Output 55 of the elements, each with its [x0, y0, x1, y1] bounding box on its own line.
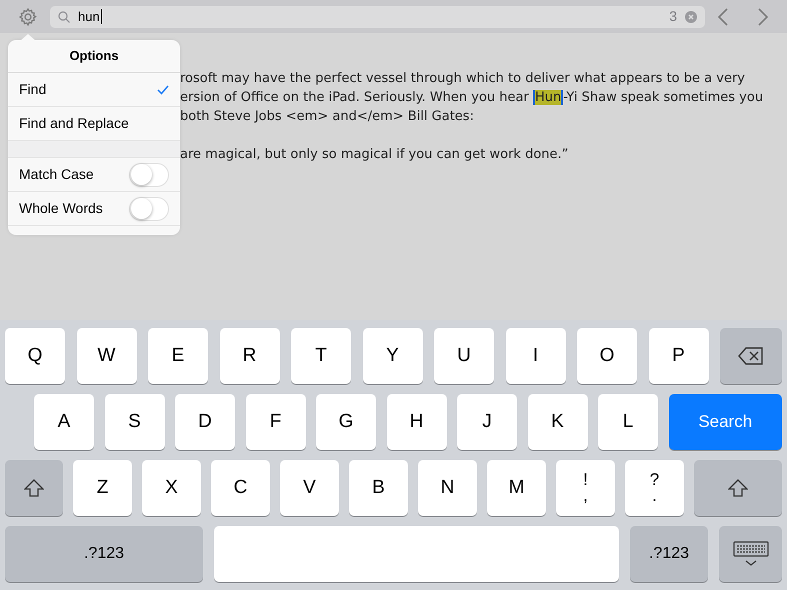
option-item[interactable]: Find and Replace — [19, 113, 129, 134]
keyboard-key[interactable]: T — [291, 328, 351, 384]
search-icon — [58, 10, 70, 22]
previous-icon[interactable] — [717, 8, 729, 26]
keyboard-key[interactable]: S — [104, 394, 164, 450]
popover-title: Options — [69, 47, 119, 66]
keyboard-key[interactable]: R — [220, 328, 280, 384]
keyboard-key[interactable]: K — [528, 394, 588, 450]
shift-icon[interactable] — [728, 479, 748, 497]
keyboard-key[interactable]: C — [211, 460, 270, 516]
toggle-label: Whole Words — [19, 199, 103, 218]
next-icon[interactable] — [757, 8, 769, 26]
keyboard-key[interactable]: N — [418, 460, 477, 516]
keyboard-key[interactable]: Y — [362, 328, 422, 384]
toggle-switch[interactable] — [129, 162, 169, 186]
search-key[interactable]: Search — [668, 394, 782, 450]
keyboard-key[interactable]: U — [434, 328, 494, 384]
document-line: rosoft may have the perfect vessel through which to deliver what appears to be a very — [180, 70, 746, 88]
keyboard-key[interactable]: H — [386, 394, 446, 450]
toggle-switch[interactable] — [129, 196, 169, 220]
document-line: are magical, but only so magical if you can get work done.” — [180, 146, 570, 164]
settings-icon[interactable] — [18, 6, 38, 26]
shift-icon[interactable] — [24, 479, 44, 497]
delete-icon[interactable] — [738, 347, 764, 365]
keyboard-key[interactable]: P — [648, 328, 708, 384]
document-line: ersion of Office on the iPad. Seriously. When you hear Hun-Yi Shaw speak sometimes you — [180, 89, 764, 107]
keyboard-key[interactable]: O — [577, 328, 637, 384]
search-match: Hun — [533, 90, 564, 105]
keyboard-key[interactable]: I — [506, 328, 566, 384]
search-text: hun — [78, 9, 102, 24]
keyboard-key[interactable]: Q — [5, 328, 65, 384]
keyboard-dismiss-icon[interactable] — [732, 541, 768, 567]
clear-icon[interactable] — [685, 10, 697, 22]
option-item[interactable]: Find — [19, 79, 46, 100]
keyboard-key[interactable]: Z — [73, 460, 132, 516]
numbers-key[interactable]: .?123 — [630, 526, 708, 582]
document-line: both Steve Jobs <em> and</em> Bill Gates: — [180, 108, 475, 126]
keyboard-key[interactable]: A — [34, 394, 94, 450]
match-count: 3 — [669, 7, 677, 26]
keyboard-key[interactable]: J — [457, 394, 517, 450]
toggle-label: Match Case — [19, 165, 94, 184]
search-field[interactable]: hun 3 — [50, 6, 705, 28]
keyboard-key[interactable]: G — [316, 394, 376, 450]
keyboard-key[interactable]: D — [175, 394, 235, 450]
keyboard-key[interactable]: B — [349, 460, 408, 516]
keyboard-key[interactable]: L — [598, 394, 658, 450]
keyboard-key[interactable]: M — [487, 460, 546, 516]
keyboard-key[interactable]: V — [280, 460, 339, 516]
keyboard-key[interactable]: X — [142, 460, 201, 516]
keyboard-key[interactable]: ? . — [625, 460, 684, 516]
keyboard-key[interactable]: ! , — [556, 460, 615, 516]
numbers-key[interactable]: .?123 — [5, 526, 203, 582]
keyboard-key[interactable]: F — [246, 394, 306, 450]
keyboard-key[interactable]: E — [148, 328, 208, 384]
keyboard-key[interactable]: W — [76, 328, 136, 384]
